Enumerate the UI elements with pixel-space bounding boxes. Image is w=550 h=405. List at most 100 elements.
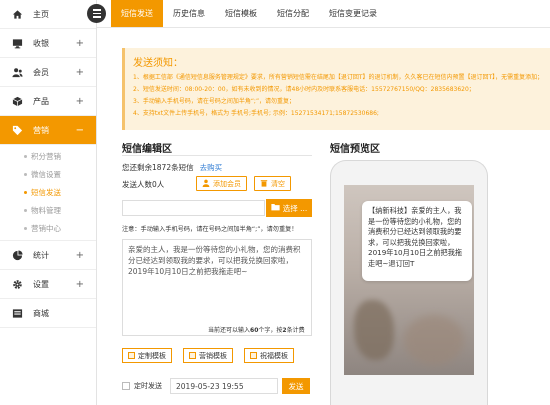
scheduled-send-checkbox[interactable] xyxy=(122,382,130,390)
send-notice: 发送须知： 1、根据工信部《通信短信息服务管理规定》要求，所有营销短信需在结尾加… xyxy=(122,48,550,130)
sidebar-item-cashier[interactable]: 收银 + xyxy=(0,29,96,58)
buy-link[interactable]: 去购买 xyxy=(200,163,223,172)
tab-sms-allocation[interactable]: 短信分配 xyxy=(267,0,319,27)
sms-preview-bubble: 【纳新科技】亲爱的主人，我是一份等待您的小礼物，您的消费积分已经达到领取我的要求… xyxy=(362,201,472,281)
notice-title: 发送须知： xyxy=(133,58,183,69)
template-icon xyxy=(189,352,196,359)
expand-icon[interactable]: + xyxy=(76,96,84,107)
counter-text: 当前还可以输入 xyxy=(208,327,251,334)
preview-title: 短信预览区 xyxy=(330,144,380,155)
menu-icon-bar xyxy=(92,12,101,15)
sidebar-subitem-points[interactable]: 积分营销 xyxy=(0,147,96,165)
sidebar-item-label: 商城 xyxy=(33,308,49,318)
sidebar-item-marketing[interactable]: 营销 − xyxy=(0,116,96,145)
sidebar-subitem-sms-send[interactable]: 短信发送 xyxy=(0,183,96,201)
menu-toggle-button[interactable] xyxy=(87,4,106,23)
sidebar-item-label: 产品 xyxy=(33,96,49,106)
editor-title: 短信编辑区 xyxy=(122,144,172,155)
sidebar-subitem-materials[interactable]: 物料管理 xyxy=(0,201,96,219)
phone-number-input[interactable] xyxy=(122,200,265,216)
sidebar-item-label: 主页 xyxy=(33,9,49,19)
tag-icon xyxy=(12,125,23,136)
sidebar-subitem-label: 短信发送 xyxy=(31,187,61,197)
clear-label: 清空 xyxy=(271,179,285,188)
scheduled-send-label: 定时发送 xyxy=(134,382,162,390)
bullet-icon xyxy=(24,154,27,158)
divider xyxy=(122,155,312,156)
notice-line: 3、手动输入手机号码，请在号码之间加半角“;”，请勿重复； xyxy=(133,98,296,105)
expand-icon[interactable]: + xyxy=(76,250,84,261)
sidebar-item-stats[interactable]: 统计 + xyxy=(0,241,96,270)
sidebar-item-home[interactable]: 主页 xyxy=(0,0,96,29)
expand-icon[interactable]: + xyxy=(76,67,84,78)
bullet-icon xyxy=(24,208,27,212)
sidebar-subitem-label: 物料管理 xyxy=(31,205,61,215)
template-icon xyxy=(128,352,135,359)
datetime-input[interactable]: 2019-05-23 19:55 xyxy=(170,378,278,394)
add-member-label: 添加会员 xyxy=(213,179,241,188)
custom-template-label: 定制模板 xyxy=(138,351,166,360)
folder-icon xyxy=(271,203,280,213)
counter-text: 个字，按 xyxy=(258,327,283,334)
tab-bar: 短信发送 历史信息 短信模板 短信分配 短信变更记录 xyxy=(87,0,550,28)
message-textarea[interactable]: 亲爱的主人，我是一份等待您的小礼物，您的消费积分已经达到领取我的要求，可以把我兑… xyxy=(122,239,312,336)
cube-icon xyxy=(12,96,23,107)
notice-line: 1、根据工信部《通信短信息服务管理规定》要求，所有营销短信需在结尾加【退订回T】… xyxy=(133,74,542,81)
sidebar-item-label: 设置 xyxy=(33,279,49,289)
shop-icon xyxy=(12,308,23,319)
template-icon xyxy=(250,352,257,359)
sidebar-item-label: 会员 xyxy=(33,67,49,77)
sidebar-subitem-wechat[interactable]: 微信设置 xyxy=(0,165,96,183)
tab-history[interactable]: 历史信息 xyxy=(163,0,215,27)
monitor-icon xyxy=(12,38,23,49)
marketing-template-button[interactable]: 营销模板 xyxy=(183,348,233,363)
send-button[interactable]: 发送 xyxy=(282,378,310,394)
counter-text: 条计费 xyxy=(286,327,305,334)
phone-screen: 【纳新科技】亲爱的主人，我是一份等待您的小礼物，您的消费积分已经达到领取我的要求… xyxy=(344,185,474,375)
background-decoration xyxy=(404,315,464,365)
marketing-template-label: 营销模板 xyxy=(199,351,227,360)
trash-icon xyxy=(260,179,268,189)
bullet-icon xyxy=(24,172,27,176)
sidebar-subitem-center[interactable]: 营销中心 xyxy=(0,219,96,237)
bullet-icon xyxy=(24,226,27,230)
sidebar-item-products[interactable]: 产品 + xyxy=(0,87,96,116)
tab-sms-send[interactable]: 短信发送 xyxy=(111,0,163,27)
clear-button[interactable]: 清空 xyxy=(254,176,291,191)
collapse-icon[interactable]: − xyxy=(76,125,84,136)
sidebar-subitem-label: 微信设置 xyxy=(31,169,61,179)
custom-template-button[interactable]: 定制模板 xyxy=(122,348,172,363)
sidebar-item-settings[interactable]: 设置 + xyxy=(0,270,96,299)
select-file-label: 选择 ... xyxy=(282,203,308,213)
greeting-template-button[interactable]: 祝福模板 xyxy=(244,348,294,363)
add-member-button[interactable]: 添加会员 xyxy=(196,176,247,191)
menu-icon-bar xyxy=(92,16,101,18)
users-icon xyxy=(12,67,23,78)
notice-line: 4、支持txt文件上传手机号，格式为 手机号;手机号; 示例：152715341… xyxy=(133,110,379,117)
sidebar-item-label: 营销 xyxy=(33,125,49,135)
input-note: 注意：手动输入手机号码，请在号码之间加半角“;”，请勿重复！ xyxy=(122,226,298,233)
sidebar-item-shop[interactable]: 商城 xyxy=(0,299,96,328)
tab-sms-templates[interactable]: 短信模板 xyxy=(215,0,267,27)
select-file-button[interactable]: 选择 ... xyxy=(266,199,312,217)
balance-text: 您还剩余1872条短信 xyxy=(122,163,194,172)
phone-preview: 【纳新科技】亲爱的主人，我是一份等待您的小礼物，您的消费积分已经达到领取我的要求… xyxy=(330,160,488,405)
user-icon xyxy=(202,179,210,189)
sidebar-item-label: 收银 xyxy=(33,38,49,48)
char-counter: 当前还可以输入60个字，按2条计费 xyxy=(208,325,305,334)
gear-icon xyxy=(12,279,23,290)
sidebar: 主页 收银 + 会员 + 产品 + 营销 − 积分营销 微信设置 短信发送 物料… xyxy=(0,0,97,405)
sidebar-item-members[interactable]: 会员 + xyxy=(0,58,96,87)
sidebar-submenu: 积分营销 微信设置 短信发送 物料管理 营销中心 xyxy=(0,145,96,241)
expand-icon[interactable]: + xyxy=(76,38,84,49)
background-decoration xyxy=(354,300,394,360)
sidebar-item-label: 统计 xyxy=(33,250,49,260)
tab-sms-changes[interactable]: 短信变更记录 xyxy=(319,0,387,27)
notice-line: 2、短信发送时间：08:00-20：00，如有未收到的情况，请48小时内及时联系… xyxy=(133,86,475,93)
pie-chart-icon xyxy=(12,249,23,261)
greeting-template-label: 祝福模板 xyxy=(260,351,288,360)
expand-icon[interactable]: + xyxy=(76,279,84,290)
menu-icon-bar xyxy=(92,9,101,11)
bullet-icon xyxy=(24,190,27,194)
recipient-count: 发送人数0人 xyxy=(122,180,165,189)
